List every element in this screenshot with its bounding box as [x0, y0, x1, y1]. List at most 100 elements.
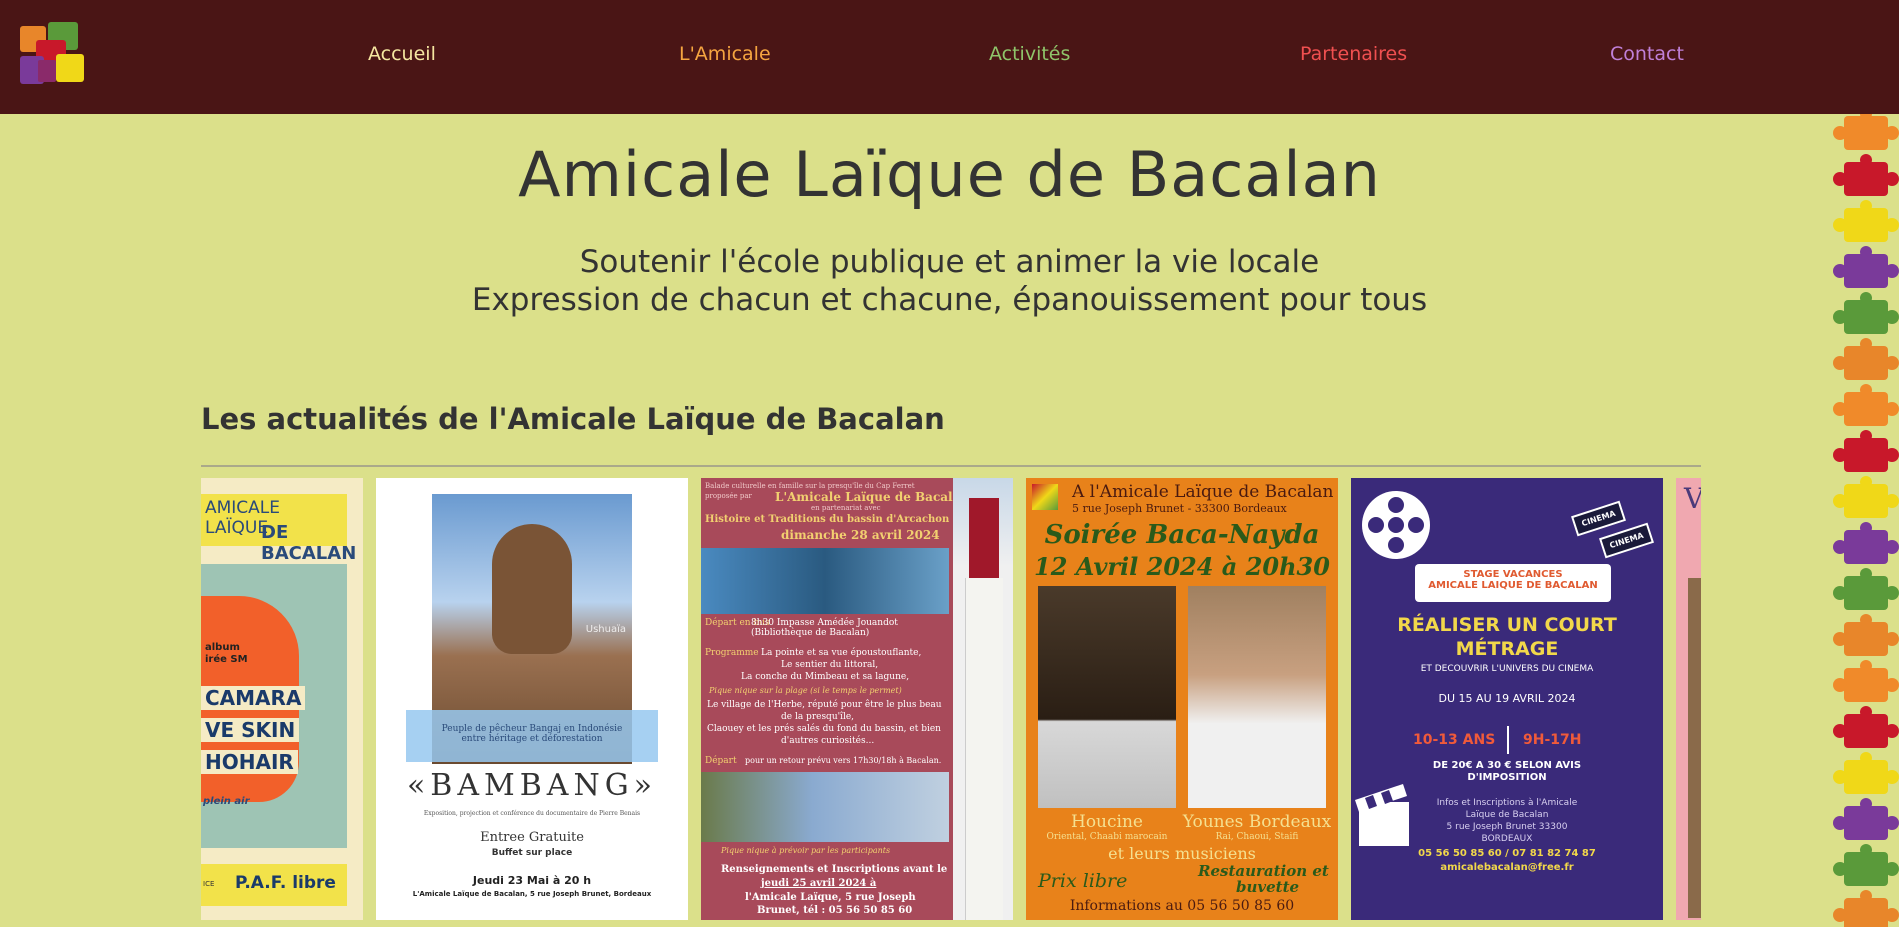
poster-1-header-text-2: DE BACALAN — [261, 522, 357, 564]
poster-5-badge-2: CINEMA — [1599, 522, 1655, 559]
puzzle-piece — [1833, 430, 1899, 472]
poster-baca-nayda[interactable]: A l'Amicale Laïque de Bacalan 5 rue Jose… — [1026, 478, 1338, 920]
poster-4-address: 5 rue Joseph Brunet - 33300 Bordeaux — [1072, 502, 1287, 515]
nav-activites[interactable]: Activités — [989, 43, 1070, 65]
poster-6-strip — [1688, 578, 1701, 918]
puzzle-piece — [1833, 292, 1899, 334]
poster-3-lighthouse-tower — [965, 578, 1003, 920]
puzzle-piece — [1833, 200, 1899, 242]
puzzle-piece — [1833, 338, 1899, 380]
poster-partial[interactable]: V — [1676, 478, 1701, 920]
poster-3-intro-1: Balade culturelle en famille sur la pres… — [705, 482, 915, 490]
poster-5-title-1: RÉALISER UN COURT — [1397, 614, 1617, 636]
poster-3-picnic: Pique nique sur la plage (si le temps le… — [709, 686, 902, 695]
poster-3-intro-2: proposée par — [705, 492, 752, 500]
poster-3-info-4: Brunet, tél : 05 56 50 85 60 — [757, 905, 913, 916]
poster-4-photo-2 — [1188, 586, 1326, 808]
poster-1-line-a: album — [205, 642, 240, 653]
poster-3-village-4: d'autres curiosités... — [781, 736, 875, 746]
poster-1-name-3: HOHAIR — [201, 750, 298, 774]
poster-4-genre-2: Rai, Chaoui, Staifi — [1215, 832, 1299, 842]
news-heading: Les actualités de l'Amicale Laïque de Ba… — [201, 402, 945, 436]
poster-5-email: amicalebacalan@free.fr — [1440, 862, 1574, 873]
logo-puzzle-icon[interactable] — [18, 20, 88, 88]
poster-6-letter: V — [1684, 482, 1701, 515]
poster-1-footer-text: P.A.F. libre — [235, 873, 336, 893]
poster-4-info: Informations au 05 56 50 85 60 — [1069, 898, 1295, 914]
poster-4-artist-2: Younes Bordeaux — [1182, 812, 1332, 832]
puzzle-piece — [1833, 844, 1899, 886]
nav-accueil[interactable]: Accueil — [368, 43, 436, 65]
poster-5-banner-2: AMICALE LAIQUE DE BACALAN — [1428, 580, 1598, 591]
poster-bambang[interactable]: Ushuaïa Peuple de pêcheur Bangaj en Indo… — [376, 478, 688, 920]
poster-5-subtitle: ET DECOUVRIR L'UNIVERS DU CINEMA — [1420, 664, 1594, 674]
poster-3-return-text: pour un retour prévu vers 17h30/18h à Ba… — [745, 756, 942, 765]
poster-3-prog-3: La conche du Mimbeau et sa lagune, — [741, 672, 910, 682]
poster-1-name-1: CAMARA — [201, 686, 306, 710]
poster-2-figure — [492, 524, 572, 654]
puzzle-piece — [1833, 154, 1899, 196]
poster-1-footer-left: ICE — [203, 880, 215, 888]
poster-4-header: A l'Amicale Laïque de Bacalan — [1072, 482, 1334, 502]
puzzle-piece — [1833, 114, 1899, 150]
puzzle-piece — [1833, 614, 1899, 656]
poster-2-watermark: Ushuaïa — [585, 624, 626, 635]
poster-3-prog-label: Programme — [705, 648, 759, 658]
poster-3-return-label: Départ — [705, 756, 737, 766]
poster-4-photo-1 — [1038, 586, 1176, 808]
puzzle-piece — [1833, 522, 1899, 564]
poster-5-ages: 10-13 ANS — [1413, 732, 1496, 748]
poster-1-panel: album irée SM CAMARA VE SKIN HOHAIR plei… — [201, 564, 347, 848]
poster-concert[interactable]: AMICALE LAÏQUE DE BACALAN album irée SM … — [201, 478, 363, 920]
poster-2-subtitle: Exposition, projection et conférence du … — [423, 810, 641, 817]
poster-5-separator — [1507, 726, 1509, 754]
poster-5-banner-1: STAGE VACANCES — [1463, 569, 1563, 580]
nav-partenaires[interactable]: Partenaires — [1300, 43, 1407, 65]
tagline-1: Soutenir l'école publique et animer la v… — [579, 244, 1320, 280]
poster-court-metrage[interactable]: CINEMA CINEMA STAGE VACANCES AMICALE LAI… — [1351, 478, 1663, 920]
puzzle-piece — [1833, 890, 1899, 927]
puzzle-piece — [1833, 798, 1899, 840]
poster-2-caption-band: Peuple de pêcheur Bangaj en Indonésie en… — [406, 710, 658, 762]
poster-5-title-2: MÉTRAGE — [1455, 638, 1559, 660]
poster-2-address: L'Amicale Laïque de Bacalan, 5 rue Josep… — [412, 890, 652, 898]
poster-4-genre-1: Oriental, Chaabi marocain — [1046, 832, 1168, 842]
puzzle-border — [1830, 114, 1899, 927]
poster-3-village-2: de la presqu'île, — [781, 712, 855, 722]
poster-3-lighthouse — [953, 478, 1013, 920]
clapperboard-icon — [1355, 784, 1409, 846]
puzzle-border-icon — [1833, 114, 1899, 927]
poster-4-event-1: Soirée Baca-Nayda — [1044, 520, 1320, 550]
site-header: Accueil L'Amicale Activités Partenaires … — [0, 0, 1899, 114]
poster-5-dates: DU 15 AU 19 AVRIL 2024 — [1438, 692, 1576, 705]
puzzle-piece — [1833, 476, 1899, 518]
poster-3-prog-1: La pointe et sa vue époustouflante, — [761, 648, 922, 658]
poster-5-hours: 9H-17H — [1523, 732, 1582, 748]
poster-3-photo-top — [701, 548, 949, 614]
puzzle-piece — [1833, 384, 1899, 426]
poster-2-date: Jeudi 23 Mai à 20 h — [472, 874, 592, 887]
page-title: Amicale Laïque de Bacalan — [518, 138, 1381, 211]
poster-3-lighthouse-top — [969, 498, 999, 578]
poster-4-logo-icon — [1032, 484, 1058, 510]
poster-cap-ferret[interactable]: Balade culturelle en famille sur la pres… — [701, 478, 1013, 920]
poster-3-info-1: Renseignements et Inscriptions avant le — [721, 864, 948, 875]
poster-2-buffet: Buffet sur place — [491, 848, 573, 858]
poster-3-picnic-note: Pique nique à prévoir par les participan… — [721, 846, 891, 855]
film-reel-icon — [1362, 491, 1430, 559]
poster-1-name-2: VE SKIN — [201, 718, 300, 742]
nav-amicale[interactable]: L'Amicale — [679, 43, 771, 65]
poster-2-entry: Entree Gratuite — [480, 830, 584, 845]
poster-5-banner: STAGE VACANCES AMICALE LAIQUE DE BACALAN — [1415, 564, 1611, 602]
poster-2-title: «BAMBANG» — [406, 768, 658, 803]
divider — [201, 465, 1701, 467]
poster-3-info-3: l'Amicale Laïque, 5 rue Joseph — [745, 892, 916, 903]
poster-3-village-1: Le village de l'Herbe, réputé pour être … — [707, 700, 942, 710]
poster-1-header: AMICALE LAÏQUE DE BACALAN — [201, 494, 356, 564]
poster-2-caption-2: entre héritage et déforestation — [461, 734, 603, 744]
poster-2-caption-1: Peuple de pêcheur Bangaj en Indonésie — [441, 724, 623, 734]
news-carousel[interactable]: AMICALE LAÏQUE DE BACALAN album irée SM … — [201, 476, 1701, 927]
puzzle-piece — [1833, 660, 1899, 702]
nav-contact[interactable]: Contact — [1610, 43, 1684, 65]
puzzle-piece — [1833, 246, 1899, 288]
